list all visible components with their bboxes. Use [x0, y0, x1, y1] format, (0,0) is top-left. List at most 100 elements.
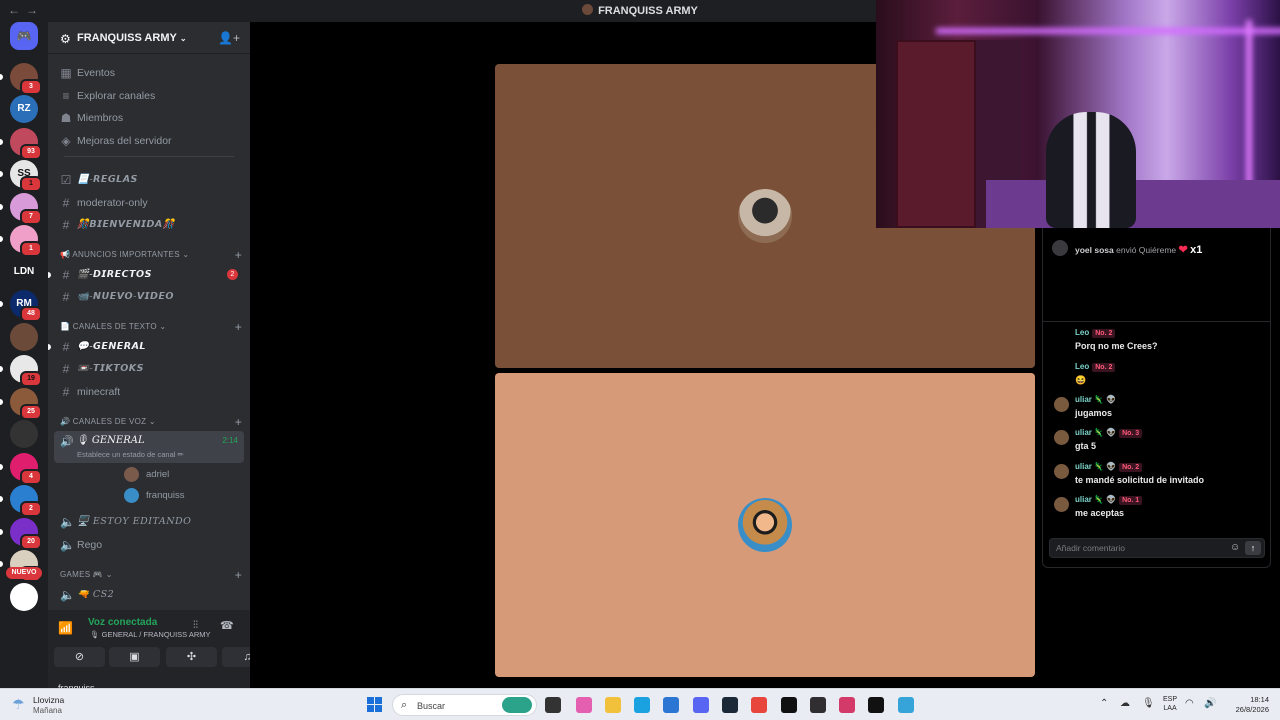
clock[interactable]: 18:14 26/8/2026: [1223, 695, 1269, 715]
notification-badge: 1: [20, 241, 42, 257]
server-17-icon[interactable]: [10, 582, 38, 611]
avatar[interactable]: [1054, 430, 1069, 445]
noise-suppression-icon[interactable]: ⫶⫶: [193, 620, 198, 631]
network-icon[interactable]: ☁: [1120, 698, 1130, 709]
menu-members[interactable]: ☗ Miembros: [54, 107, 244, 129]
server-ldn-icon[interactable]: LDN: [10, 258, 38, 286]
capcut-icon[interactable]: [781, 697, 797, 713]
tiktok-icon[interactable]: [868, 697, 884, 713]
voice-channel-rego[interactable]: 🔈 Rego: [54, 534, 244, 556]
category-texto[interactable]: 📄 CANALES DE TEXTO ⌄ +: [60, 320, 242, 336]
steam-icon[interactable]: [722, 697, 738, 713]
emoji-icon[interactable]: ☺: [1230, 542, 1240, 553]
mention-badge: 2: [227, 269, 238, 280]
heart-gift-icon: ❤: [1178, 244, 1188, 256]
microphone-icon[interactable]: 🎙: [1142, 698, 1155, 709]
channel-directos[interactable]: # 🎬-𝘿𝙄𝙍𝙀𝘾𝙏𝙊𝙎 2: [48, 264, 244, 286]
channel-nuevo-video[interactable]: # 📹-𝙉𝙐𝙀𝙑𝙊-𝙑𝙄𝘿𝙀𝙊: [54, 286, 244, 308]
rank-badge: No. 2: [1092, 329, 1116, 338]
obs-icon[interactable]: [810, 697, 826, 713]
avatar[interactable]: [1054, 464, 1069, 479]
avatar[interactable]: [1054, 397, 1069, 412]
menu-browse-channels[interactable]: ≡ Explorar canales: [54, 85, 244, 107]
taskview-icon[interactable]: [545, 697, 561, 713]
menu-events[interactable]: ▦ Eventos: [54, 62, 244, 84]
add-channel-icon[interactable]: +: [235, 415, 242, 429]
server-6-icon[interactable]: 1: [0, 225, 42, 257]
add-channel-icon[interactable]: +: [235, 248, 242, 262]
search-box[interactable]: ⌕ Buscar: [392, 694, 537, 716]
server-header[interactable]: ⚙ FRANQUISS ARMY ⌄ 👤+: [48, 22, 250, 54]
share-screen-button[interactable]: ▣: [109, 647, 160, 667]
copilot-icon[interactable]: [576, 697, 592, 713]
server-1-icon[interactable]: 3: [0, 62, 42, 95]
camera-off-button[interactable]: ⊘: [54, 647, 105, 667]
comment-box[interactable]: ☺ ↑: [1049, 538, 1265, 558]
channel-tiktoks[interactable]: # 📼-𝙏𝙄𝙆𝙏𝙊𝙆𝙎: [54, 358, 244, 380]
participant-tile-franquiss[interactable]: [495, 373, 1035, 677]
server-13-icon[interactable]: 4: [0, 452, 42, 485]
server-14-icon[interactable]: 2: [0, 485, 42, 517]
server-rm-icon[interactable]: RM 48: [0, 290, 42, 322]
volume-icon[interactable]: 🔊: [1204, 698, 1216, 709]
voice-channel-editando[interactable]: 🔈 🖥️ ESTOY EDITANDO: [54, 511, 244, 533]
chrome-icon[interactable]: [751, 697, 767, 713]
chat-username[interactable]: uliar 🦎 👽 No. 2: [1075, 462, 1143, 472]
unread-indicator: [0, 463, 3, 470]
chat-username[interactable]: uliar 🦎 👽: [1075, 395, 1116, 404]
menu-boosts[interactable]: ◈ Mejoras del servidor: [54, 130, 244, 152]
category-anuncios[interactable]: 📢 ANUNCIOS IMPORTANTES ⌄ +: [60, 248, 242, 264]
channel-status[interactable]: Establece un estado de canal ✏: [77, 450, 184, 459]
hash-icon: #: [62, 290, 70, 304]
calendar-icon: ▦: [60, 66, 72, 80]
channel-minecraft[interactable]: # minecraft: [54, 381, 244, 403]
server-3-icon[interactable]: 93: [0, 127, 42, 160]
chat-username[interactable]: Leo No. 2: [1075, 362, 1116, 372]
language-indicator[interactable]: ESP LAA: [1163, 695, 1177, 713]
disconnect-icon[interactable]: ☎: [220, 619, 234, 632]
notepad-icon[interactable]: [898, 697, 914, 713]
notification-badge: 4: [20, 468, 42, 485]
chat-username[interactable]: uliar 🦎 👽 No. 3: [1075, 428, 1143, 438]
invite-people-icon[interactable]: 👤+: [218, 31, 240, 45]
wifi-icon[interactable]: ◠: [1185, 698, 1194, 709]
add-channel-icon[interactable]: +: [235, 320, 242, 334]
voice-connected-title[interactable]: Voz conectada: [88, 617, 157, 628]
channel-general-text[interactable]: # 💬-𝙂𝙀𝙉𝙀𝙍𝘼𝙇: [48, 336, 244, 358]
server-11-icon[interactable]: 25: [0, 387, 42, 420]
comment-input[interactable]: [1056, 541, 1226, 555]
channel-reglas[interactable]: ☑ 📃-𝙍𝙀𝙂𝙇𝘼𝙎: [54, 169, 244, 191]
discord-home-icon[interactable]: 🎮: [10, 22, 38, 50]
server-9-icon[interactable]: [10, 322, 38, 351]
channel-moderator-only[interactable]: # moderator-only: [54, 192, 244, 214]
avatar[interactable]: [1054, 330, 1069, 345]
discord-icon[interactable]: [693, 697, 709, 713]
explorer-icon[interactable]: [605, 697, 621, 713]
chat-text: gta 5: [1075, 441, 1097, 451]
voice-channel-cs2[interactable]: 🔈 🔫 CS2: [54, 584, 244, 606]
server-rz-icon[interactable]: RZ: [10, 95, 38, 123]
chat-username[interactable]: Leo No. 2: [1075, 328, 1116, 338]
server-ss-icon[interactable]: SS 1: [0, 160, 42, 192]
store-icon[interactable]: [663, 697, 679, 713]
voice-channel-general[interactable]: 🔊 🎙 GENERAL 2:14 Establece un estado de …: [54, 431, 244, 463]
chat-username[interactable]: uliar 🦎 👽 No. 1: [1075, 495, 1143, 505]
server-12-icon[interactable]: [10, 420, 38, 448]
avatar[interactable]: [1054, 364, 1069, 379]
send-button[interactable]: ↑: [1245, 541, 1261, 555]
category-games[interactable]: GAMES 🎮 ⌄ +: [60, 568, 242, 584]
notification-badge: 2: [20, 501, 42, 517]
activities-button[interactable]: ✣: [166, 647, 217, 667]
add-channel-icon[interactable]: +: [235, 568, 242, 582]
edge-icon[interactable]: [634, 697, 650, 713]
server-10-icon[interactable]: 19: [0, 355, 42, 387]
tray-overflow-icon[interactable]: ⌃: [1100, 698, 1108, 709]
server-15-icon[interactable]: 20: [0, 517, 42, 550]
signal-icon[interactable]: 📶: [58, 621, 73, 635]
channel-bienvenida[interactable]: # 🎊𝘽𝙄𝙀𝙉𝙑𝙀𝙉𝙄𝘿𝘼🎊: [54, 214, 244, 236]
start-button[interactable]: [367, 697, 383, 713]
avatar[interactable]: [1054, 497, 1069, 512]
snipping-icon[interactable]: [839, 697, 855, 713]
server-5-icon[interactable]: 7: [0, 192, 42, 225]
category-voz[interactable]: 🔊 CANALES DE VOZ ⌄ +: [60, 415, 242, 431]
